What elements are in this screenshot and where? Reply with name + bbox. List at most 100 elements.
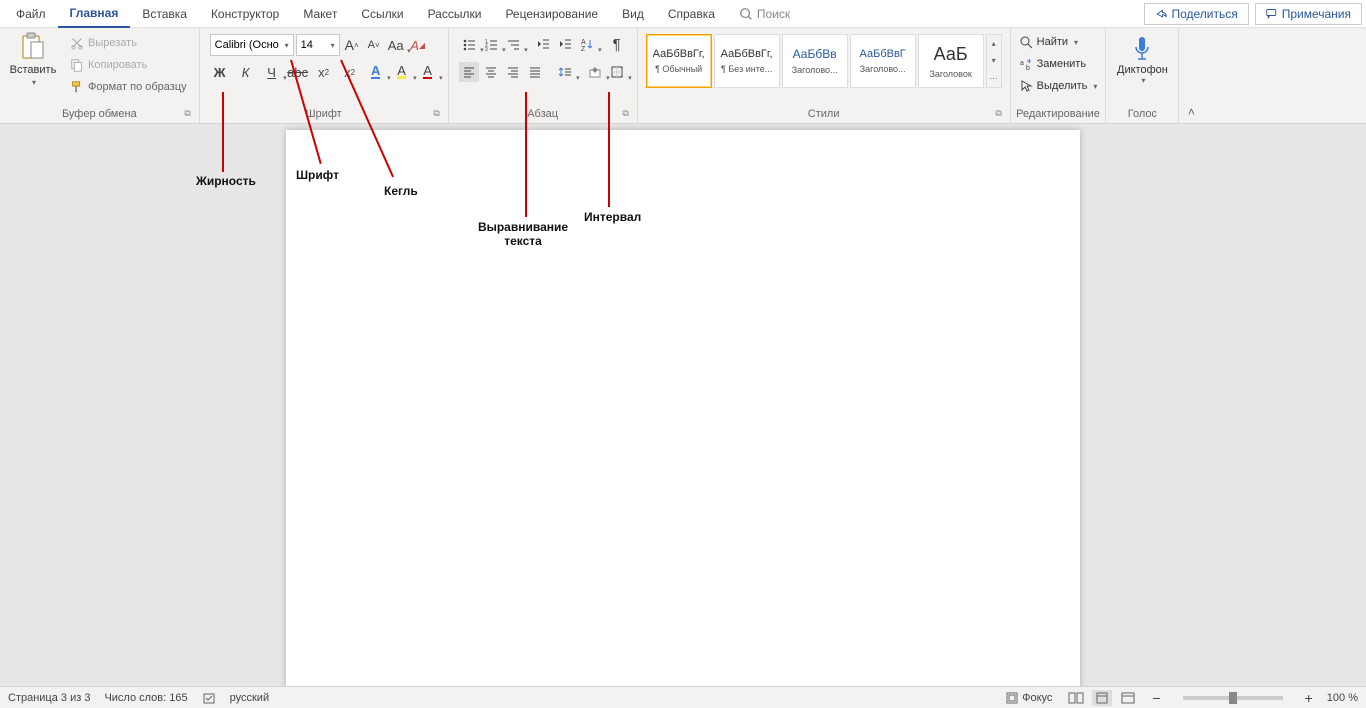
tab-search[interactable]: Поиск [727,0,802,28]
justify-button[interactable] [525,62,545,82]
tab-review[interactable]: Рецензирование [493,0,610,28]
select-button[interactable]: Выделить▾ [1019,76,1098,96]
status-language[interactable]: русский [230,692,269,704]
multilevel-list-button[interactable] [503,34,523,54]
zoom-level[interactable]: 100 % [1327,692,1358,704]
styles-launcher-icon[interactable]: ⧉ [994,108,1004,118]
paste-button[interactable]: Вставить ▾ [8,32,58,87]
find-button[interactable]: Найти▾ [1019,32,1098,52]
highlight-button[interactable]: A [392,62,412,82]
status-wordcount[interactable]: Число слов: 165 [104,692,187,704]
group-font: Calibri (Осно▾ 14▾ A˄ A˅ Aa A◢ Ж К Ч abc… [200,28,449,123]
document-page[interactable] [286,130,1080,686]
tab-file[interactable]: Файл [4,0,58,28]
clipboard-launcher-icon[interactable]: ⧉ [183,108,193,118]
align-right-button[interactable] [503,62,523,82]
subscript-button[interactable]: x2 [314,62,334,82]
web-layout-icon[interactable] [1118,690,1138,706]
italic-button[interactable]: К [236,62,256,82]
svg-text:a: a [1020,60,1024,67]
copy-button[interactable]: Копировать [66,54,151,76]
tab-references[interactable]: Ссылки [349,0,415,28]
show-marks-button[interactable]: ¶ [607,34,627,54]
style-normal[interactable]: АаБбВвГг,¶ Обычный [646,34,712,88]
annotation-spacing: Интервал [584,210,641,224]
status-bar: Страница 3 из 3 Число слов: 165 русский … [0,686,1366,708]
align-left-button[interactable] [459,62,479,82]
tab-view[interactable]: Вид [610,0,656,28]
change-case-button[interactable]: Aa [386,35,406,55]
group-styles: АаБбВвГг,¶ Обычный АаБбВвГг,¶ Без инте..… [638,28,1011,123]
increase-indent-button[interactable] [555,34,575,54]
grow-font-button[interactable]: A˄ [342,35,362,55]
svg-text:A: A [581,39,586,46]
annotation-font: Шрифт [296,168,339,182]
collapse-ribbon-button[interactable]: ˄ [1179,28,1203,123]
tab-design[interactable]: Конструктор [199,0,291,28]
align-center-button[interactable] [481,62,501,82]
zoom-in-button[interactable]: + [1305,690,1313,706]
ribbon-tabs: Файл Главная Вставка Конструктор Макет С… [0,0,1366,28]
svg-text:Z: Z [581,46,586,51]
text-effects-button[interactable]: A [366,62,386,82]
annotation-size: Кегль [384,184,418,198]
borders-button[interactable] [607,62,627,82]
font-name-combo[interactable]: Calibri (Осно▾ [210,34,294,56]
document-area [0,124,1366,686]
underline-button[interactable]: Ч [262,62,282,82]
clear-formatting-button[interactable]: A◢ [408,35,428,55]
tab-home[interactable]: Главная [58,0,131,28]
comments-button[interactable]: Примечания [1255,3,1362,25]
group-label-voice: Голос [1128,108,1157,120]
print-layout-icon[interactable] [1092,690,1112,706]
styles-more-button[interactable]: ▴▾⋯ [986,34,1002,88]
tab-insert[interactable]: Вставка [130,0,199,28]
group-label-clipboard: Буфер обмена [62,108,137,120]
annotation-line-align [525,92,527,217]
style-no-spacing[interactable]: АаБбВвГг,¶ Без инте... [714,34,780,88]
format-painter-button[interactable]: Формат по образцу [66,76,191,98]
shrink-font-button[interactable]: A˅ [364,35,384,55]
line-spacing-button[interactable] [555,62,575,82]
tab-help[interactable]: Справка [656,0,727,28]
group-voice: Диктофон ▾ Голос [1106,28,1179,123]
group-label-editing: Редактирование [1016,108,1100,120]
zoom-slider[interactable] [1183,696,1283,700]
font-size-combo[interactable]: 14▾ [296,34,340,56]
status-proofing-icon[interactable] [202,691,216,705]
group-label-styles: Стили [808,108,840,120]
font-launcher-icon[interactable]: ⧉ [432,108,442,118]
svg-text:b: b [1026,65,1030,71]
style-title[interactable]: АаБЗаголовок [918,34,984,88]
ribbon: Вставить ▾ Вырезать Копировать Формат по… [0,28,1366,124]
group-label-paragraph: Абзац [527,108,558,120]
annotation-line-spacing [608,92,610,207]
focus-mode-button[interactable]: Фокус [1006,692,1052,704]
group-label-font: Шрифт [306,108,342,120]
zoom-out-button[interactable]: − [1152,690,1160,706]
style-heading1[interactable]: АаБбВвЗаголово... [782,34,848,88]
group-editing: Найти▾ abЗаменить Выделить▾ Редактирован… [1011,28,1107,123]
shading-button[interactable] [585,62,605,82]
font-color-button[interactable]: A [418,62,438,82]
read-mode-icon[interactable] [1066,690,1086,706]
share-button[interactable]: Поделиться [1144,3,1248,25]
annotation-align: Выравнивание текста [468,220,578,248]
bold-button[interactable]: Ж [210,62,230,82]
annotation-bold: Жирность [196,174,256,188]
cut-button[interactable]: Вырезать [66,32,141,54]
paragraph-launcher-icon[interactable]: ⧉ [621,108,631,118]
dictate-button[interactable]: Диктофон ▾ [1110,30,1174,89]
group-clipboard: Вставить ▾ Вырезать Копировать Формат по… [0,28,200,123]
tab-mailings[interactable]: Рассылки [416,0,494,28]
replace-button[interactable]: abЗаменить [1019,54,1098,74]
status-page[interactable]: Страница 3 из 3 [8,692,90,704]
bullets-button[interactable] [459,34,479,54]
style-heading2[interactable]: АаБбВвГЗаголово... [850,34,916,88]
sort-button[interactable]: AZ [577,34,597,54]
decrease-indent-button[interactable] [533,34,553,54]
tab-layout[interactable]: Макет [291,0,349,28]
svg-text:3: 3 [485,47,488,51]
annotation-line-bold [222,92,224,172]
numbering-button[interactable]: 123 [481,34,501,54]
